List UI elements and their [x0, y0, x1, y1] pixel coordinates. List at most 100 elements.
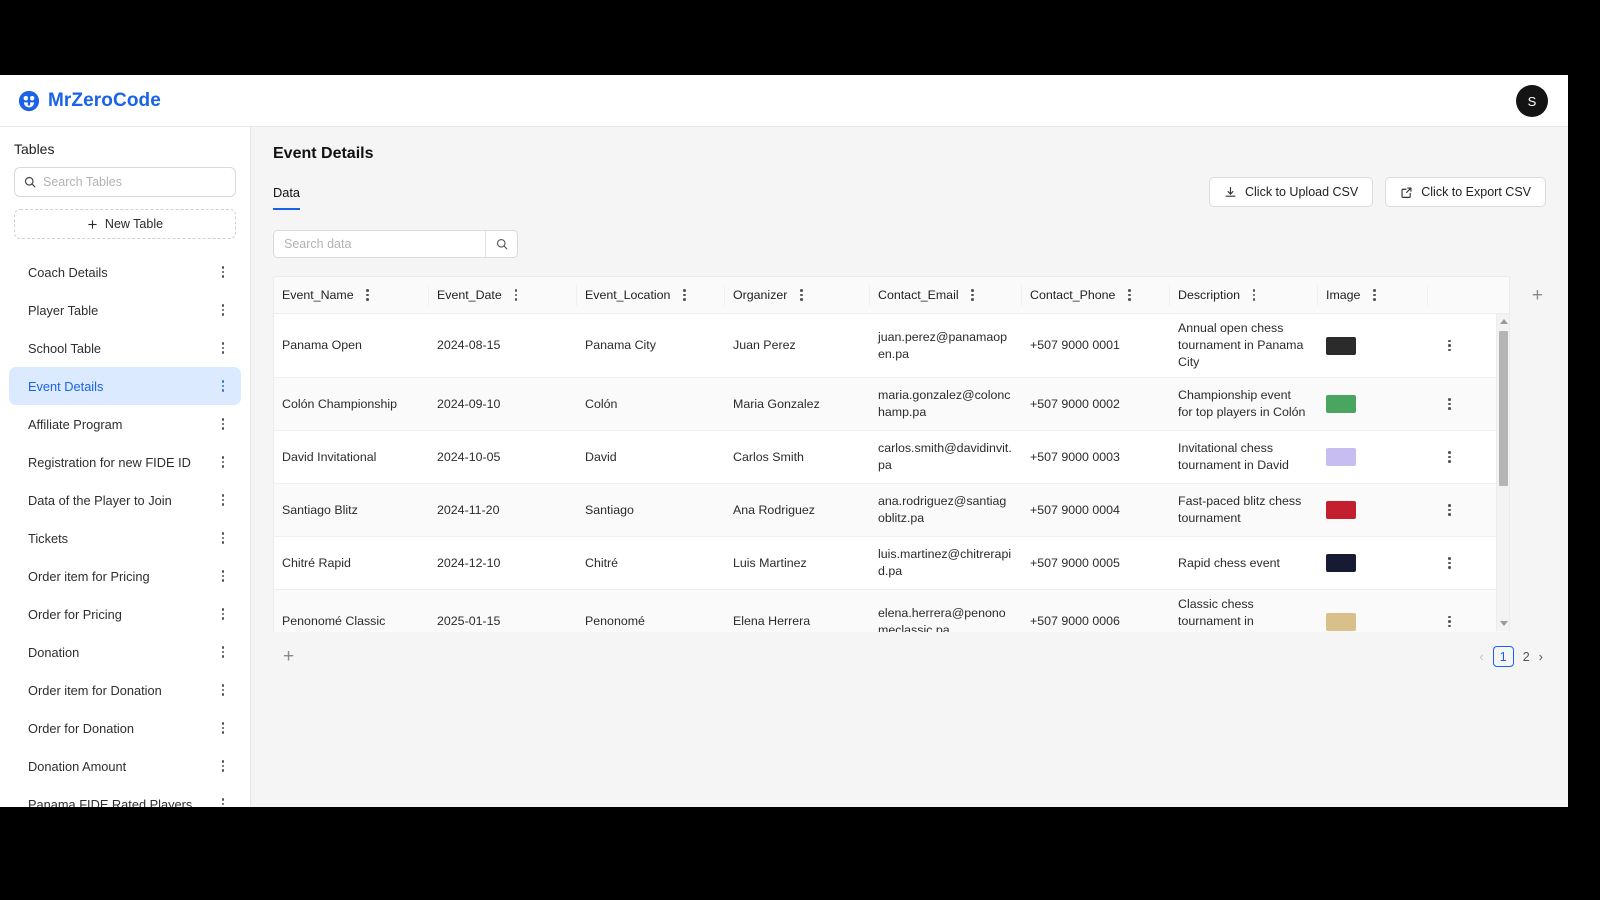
sidebar-item-panama-fide-rated-players[interactable]: Panama FIDE Rated Players	[9, 785, 241, 807]
row-actions[interactable]	[1428, 392, 1473, 416]
sidebar-item-menu-icon[interactable]	[217, 684, 229, 696]
cell-event_date[interactable]: 2025-01-15	[429, 607, 577, 632]
cell-image[interactable]	[1318, 548, 1428, 578]
cell-organizer[interactable]: Ana Rodriguez	[725, 496, 870, 525]
avatar[interactable]: S	[1516, 85, 1548, 117]
cell-event_name[interactable]: Panama Open	[274, 331, 429, 360]
cell-event_date[interactable]: 2024-10-05	[429, 443, 577, 472]
table-row[interactable]: Chitré Rapid 2024-12-10 Chitré Luis Martine…	[274, 537, 1509, 590]
column-header-description[interactable]: Description	[1170, 284, 1318, 306]
sidebar-item-order-item-for-donation[interactable]: Order item for Donation	[9, 671, 241, 709]
cell-event_date[interactable]: 2024-09-10	[429, 390, 577, 419]
cell-event_location[interactable]: Penonomé	[577, 607, 725, 632]
cell-contact_email[interactable]: luis.martinez@chitrerapid.pa	[870, 540, 1022, 586]
row-menu-icon[interactable]	[1444, 557, 1456, 569]
cell-contact_email[interactable]: carlos.smith@davidinvit.pa	[870, 434, 1022, 480]
search-data-button[interactable]	[485, 231, 517, 257]
sidebar-item-menu-icon[interactable]	[217, 722, 229, 734]
row-menu-icon[interactable]	[1444, 504, 1456, 516]
column-header-organizer[interactable]: Organizer	[725, 284, 870, 306]
cell-contact_email[interactable]: elena.herrera@penonomeclassic.pa	[870, 599, 1022, 633]
cell-description[interactable]: Rapid chess event	[1170, 549, 1318, 578]
scroll-up-arrow-icon[interactable]	[1500, 319, 1508, 324]
row-menu-icon[interactable]	[1444, 398, 1456, 410]
cell-organizer[interactable]: Juan Perez	[725, 331, 870, 360]
sidebar-item-menu-icon[interactable]	[217, 266, 229, 278]
row-menu-icon[interactable]	[1444, 451, 1456, 463]
sidebar-item-menu-icon[interactable]	[217, 304, 229, 316]
column-menu-icon[interactable]	[967, 289, 979, 301]
column-header-event_location[interactable]: Event_Location	[577, 284, 725, 306]
cell-event_location[interactable]: Santiago	[577, 496, 725, 525]
sidebar-item-menu-icon[interactable]	[217, 532, 229, 544]
scroll-down-arrow-icon[interactable]	[1500, 621, 1508, 626]
column-header-contact_email[interactable]: Contact_Email	[870, 284, 1022, 306]
column-menu-icon[interactable]	[1123, 289, 1135, 301]
cell-event_location[interactable]: Colón	[577, 390, 725, 419]
sidebar-item-menu-icon[interactable]	[217, 418, 229, 430]
table-row[interactable]: Santiago Blitz 2024-11-20 Santiago Ana Rodr…	[274, 484, 1509, 537]
row-actions[interactable]	[1428, 610, 1473, 632]
cell-event_location[interactable]: Panama City	[577, 331, 725, 360]
column-header-contact_phone[interactable]: Contact_Phone	[1022, 284, 1170, 306]
sidebar-item-tickets[interactable]: Tickets	[9, 519, 241, 557]
sidebar-item-donation[interactable]: Donation	[9, 633, 241, 671]
sidebar-item-player-table[interactable]: Player Table	[9, 291, 241, 329]
sidebar-item-menu-icon[interactable]	[217, 608, 229, 620]
prev-page-button[interactable]: ‹	[1479, 649, 1483, 664]
column-menu-icon[interactable]	[362, 289, 374, 301]
column-menu-icon[interactable]	[795, 289, 807, 301]
cell-contact_phone[interactable]: +507 9000 0004	[1022, 496, 1170, 525]
cell-event_location[interactable]: David	[577, 443, 725, 472]
cell-event_date[interactable]: 2024-08-15	[429, 331, 577, 360]
cell-organizer[interactable]: Elena Herrera	[725, 607, 870, 632]
sidebar-item-menu-icon[interactable]	[217, 646, 229, 658]
sidebar-item-event-details[interactable]: Event Details	[9, 367, 241, 405]
page-1-button[interactable]: 1	[1492, 646, 1514, 667]
sidebar-item-menu-icon[interactable]	[217, 494, 229, 506]
cell-event_date[interactable]: 2024-11-20	[429, 496, 577, 525]
table-row[interactable]: Panama Open 2024-08-15 Panama City Juan Per…	[274, 314, 1509, 378]
cell-event_location[interactable]: Chitré	[577, 549, 725, 578]
row-menu-icon[interactable]	[1444, 615, 1456, 628]
sidebar-item-registration-for-new-fide-id[interactable]: Registration for new FIDE ID	[9, 443, 241, 481]
cell-description[interactable]: Classic chess tournament in Penonomé	[1170, 590, 1318, 632]
scrollbar-thumb[interactable]	[1499, 331, 1508, 486]
row-actions[interactable]	[1428, 334, 1473, 358]
cell-contact_phone[interactable]: +507 9000 0003	[1022, 443, 1170, 472]
next-page-button[interactable]: ›	[1539, 649, 1543, 664]
sidebar-item-affiliate-program[interactable]: Affiliate Program	[9, 405, 241, 443]
cell-event_name[interactable]: David Invitational	[274, 443, 429, 472]
cell-contact_phone[interactable]: +507 9000 0001	[1022, 331, 1170, 360]
sidebar-item-data-of-the-player-to-join[interactable]: Data of the Player to Join	[9, 481, 241, 519]
sidebar-item-order-for-pricing[interactable]: Order for Pricing	[9, 595, 241, 633]
new-table-button[interactable]: New Table	[14, 209, 236, 239]
table-row[interactable]: David Invitational 2024-10-05 David Carlos …	[274, 431, 1509, 484]
column-header-image[interactable]: Image	[1318, 284, 1428, 306]
cell-image[interactable]	[1318, 607, 1428, 633]
export-csv-button[interactable]: Click to Export CSV	[1385, 177, 1546, 207]
page-2-button[interactable]: 2	[1523, 650, 1530, 664]
table-vertical-scrollbar[interactable]	[1496, 314, 1509, 631]
cell-contact_phone[interactable]: +507 9000 0002	[1022, 390, 1170, 419]
search-tables-input[interactable]	[43, 175, 226, 189]
cell-contact_phone[interactable]: +507 9000 0006	[1022, 607, 1170, 632]
row-menu-icon[interactable]	[1444, 339, 1456, 352]
cell-event_name[interactable]: Colón Championship	[274, 390, 429, 419]
cell-image[interactable]	[1318, 331, 1428, 361]
sidebar-item-donation-amount[interactable]: Donation Amount	[9, 747, 241, 785]
row-actions[interactable]	[1428, 445, 1473, 469]
column-menu-icon[interactable]	[510, 289, 522, 301]
column-header-event_date[interactable]: Event_Date	[429, 284, 577, 306]
sidebar-item-menu-icon[interactable]	[217, 570, 229, 582]
column-menu-icon[interactable]	[1248, 289, 1260, 301]
sidebar-item-menu-icon[interactable]	[217, 798, 229, 807]
column-menu-icon[interactable]	[1368, 289, 1380, 301]
tab-data[interactable]: Data	[273, 185, 301, 210]
sidebar-item-menu-icon[interactable]	[217, 456, 229, 468]
row-actions[interactable]	[1428, 551, 1473, 575]
cell-image[interactable]	[1318, 495, 1428, 525]
cell-image[interactable]	[1318, 442, 1428, 472]
cell-contact_email[interactable]: maria.gonzalez@colonchamp.pa	[870, 381, 1022, 427]
sidebar-item-order-for-donation[interactable]: Order for Donation	[9, 709, 241, 747]
